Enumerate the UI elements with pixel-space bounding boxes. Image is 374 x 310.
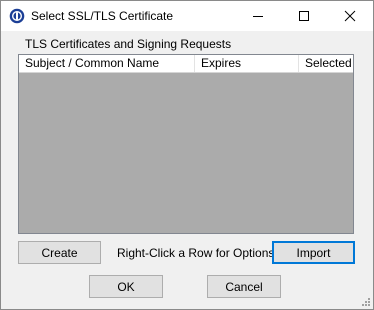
column-header-expires[interactable]: Expires <box>195 55 299 72</box>
create-button[interactable]: Create <box>18 241 101 264</box>
maximize-icon <box>299 11 309 21</box>
group-label: TLS Certificates and Signing Requests <box>25 37 232 51</box>
title-bar[interactable]: Select SSL/TLS Certificate <box>1 1 373 31</box>
options-hint: Right-Click a Row for Options <box>117 246 275 260</box>
import-button[interactable]: Import <box>272 241 355 264</box>
column-header-selected[interactable]: Selected <box>299 55 353 72</box>
column-header-subject[interactable]: Subject / Common Name <box>19 55 195 72</box>
close-icon <box>344 10 356 22</box>
app-icon <box>9 8 25 24</box>
maximize-button[interactable] <box>281 1 327 31</box>
close-button[interactable] <box>327 1 373 31</box>
dialog-window: Select SSL/TLS Certificate TLS Certifica… <box>0 0 374 310</box>
list-header: Subject / Common Name Expires Selected <box>19 55 353 73</box>
cancel-button[interactable]: Cancel <box>207 275 281 298</box>
minimize-icon <box>253 16 263 17</box>
ok-button[interactable]: OK <box>89 275 163 298</box>
resize-grip-icon[interactable] <box>359 295 371 307</box>
window-title: Select SSL/TLS Certificate <box>31 9 174 23</box>
minimize-button[interactable] <box>235 1 281 31</box>
certificate-list[interactable]: Subject / Common Name Expires Selected <box>18 54 354 234</box>
